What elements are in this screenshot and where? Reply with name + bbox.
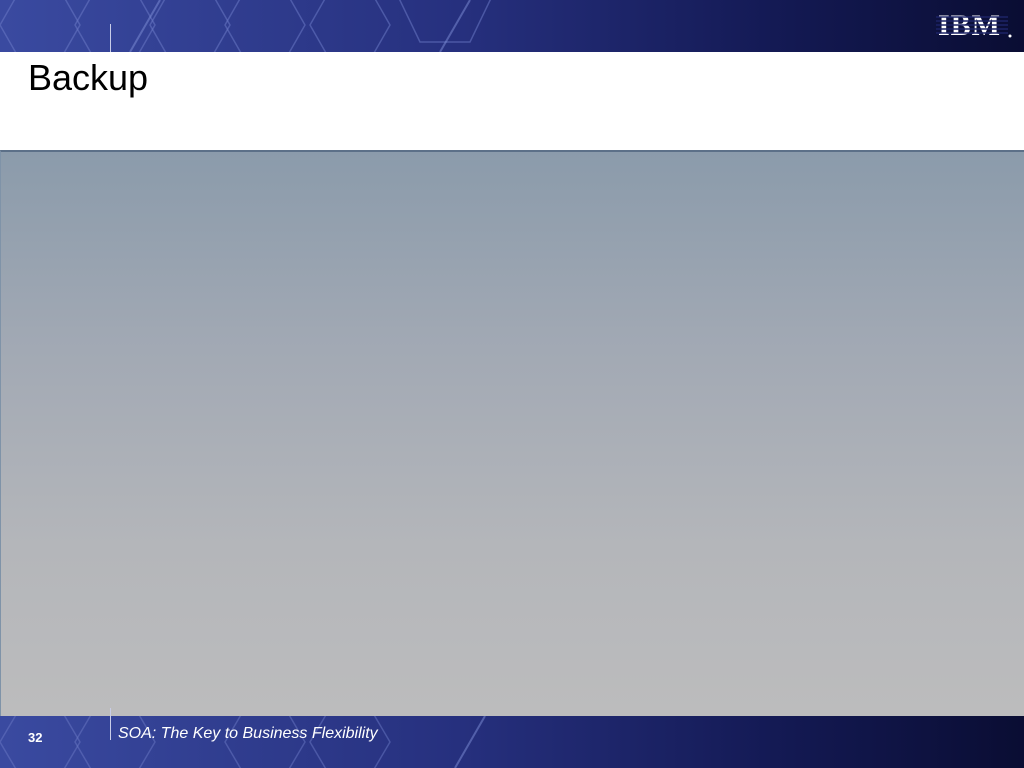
footer-divider <box>110 708 111 740</box>
page-number: 32 <box>28 730 43 745</box>
header-banner: IBM <box>0 0 1024 52</box>
slide: IBM Backup 32 SOA: Th <box>0 0 1024 768</box>
hexagon-pattern-icon <box>0 0 492 52</box>
ibm-logo-icon: IBM <box>936 9 1012 42</box>
content-panel <box>0 150 1024 716</box>
title-divider <box>110 24 111 52</box>
slide-title: Backup <box>28 57 149 98</box>
footer-text: SOA: The Key to Business Flexibility <box>118 725 378 742</box>
